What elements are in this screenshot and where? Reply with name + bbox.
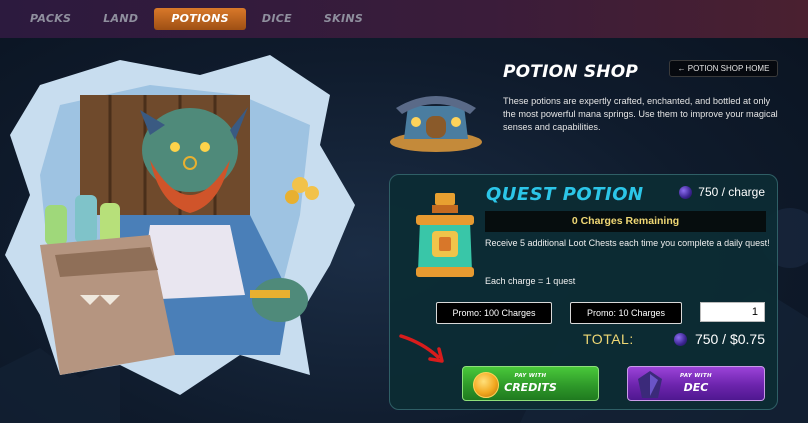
quest-potion-card: QUEST POTION 750 / charge 0 Charges Rema… <box>389 174 778 410</box>
quantity-input[interactable] <box>700 302 765 322</box>
potion-description: Receive 5 additional Loot Chests each ti… <box>485 238 770 248</box>
tab-potions[interactable]: POTIONS <box>154 8 246 30</box>
red-arrow-annotation <box>399 334 444 363</box>
total-label: TOTAL: <box>583 331 634 347</box>
price-per-charge: 750 / charge <box>679 185 765 199</box>
top-nav: PACKS LAND POTIONS DICE SKINS <box>0 0 808 38</box>
tab-packs[interactable]: PACKS <box>14 8 87 30</box>
shop-description: These potions are expertly crafted, ench… <box>503 96 778 132</box>
quest-potion-bottle-icon <box>416 193 474 277</box>
promo-10-charges-button[interactable]: Promo: 10 Charges <box>570 302 682 324</box>
pay-dec-label: DEC <box>683 381 709 394</box>
price-text: 750 / charge <box>698 185 765 199</box>
potion-shop-home-button[interactable]: ← POTION SHOP HOME <box>669 60 778 77</box>
total-price: 750 / $0.75 <box>673 331 765 347</box>
potion-shop-building-icon <box>390 96 482 152</box>
pay-credits-small-label: PAY WITH <box>514 373 547 379</box>
charges-remaining: 0 Charges Remaining <box>485 211 766 232</box>
tab-land[interactable]: LAND <box>87 8 154 30</box>
pay-with-dec-button[interactable]: PAY WITH DEC <box>627 366 765 401</box>
dec-gem-icon <box>679 185 693 199</box>
pay-with-credits-button[interactable]: PAY WITH CREDITS <box>462 366 599 401</box>
potion-name: QUEST POTION <box>486 184 644 205</box>
tab-dice[interactable]: DICE <box>246 8 308 30</box>
dec-gem-icon <box>673 332 687 346</box>
promo-100-charges-button[interactable]: Promo: 100 Charges <box>436 302 552 324</box>
charge-note: Each charge = 1 quest <box>485 276 576 286</box>
shopkeeper-illustration <box>5 55 355 395</box>
total-value: 750 / $0.75 <box>694 331 765 347</box>
pay-dec-small-label: PAY WITH <box>680 373 712 379</box>
tab-skins[interactable]: SKINS <box>308 8 379 30</box>
page-title: POTION SHOP <box>503 62 639 82</box>
pay-credits-label: CREDITS <box>504 381 557 394</box>
